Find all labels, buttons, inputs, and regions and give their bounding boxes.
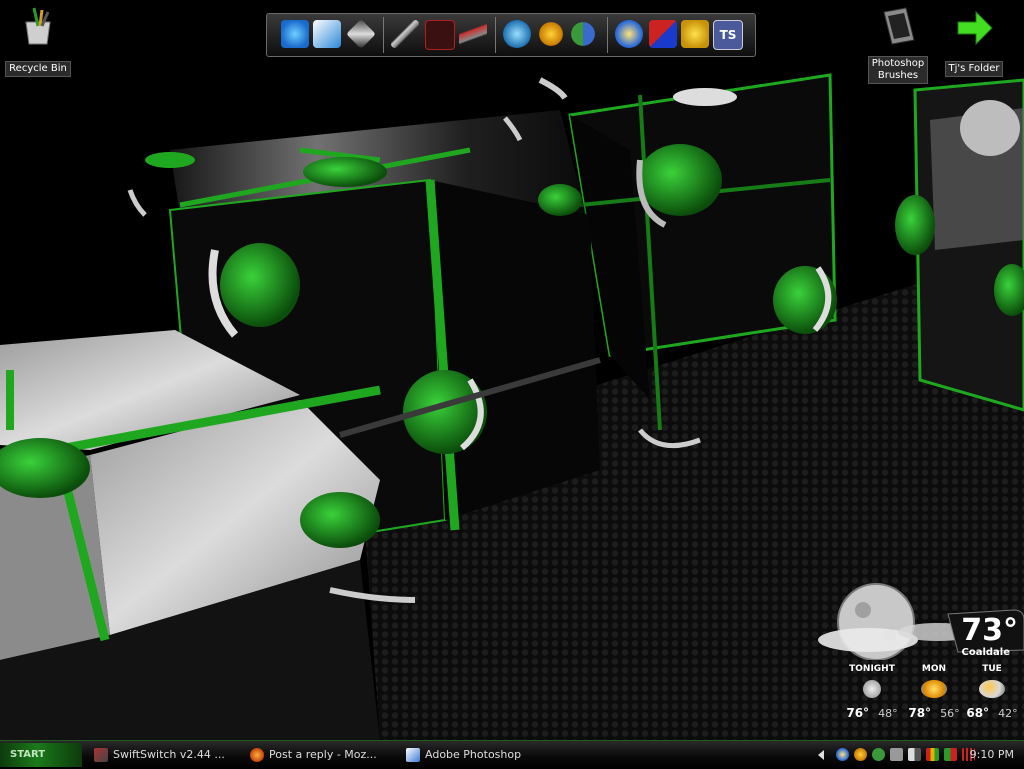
forecast-high: 68° xyxy=(966,706,990,720)
desktop-icon-tjs-folder[interactable]: Tj's Folder xyxy=(936,4,1012,77)
desktop-icon-label: Recycle Bin xyxy=(5,61,71,77)
messenger-icon[interactable] xyxy=(571,22,595,46)
taskbar-item-swiftswitch[interactable]: SwiftSwitch v2.44 ... xyxy=(94,744,234,766)
forecast-low: 42° xyxy=(998,707,1018,720)
aim-icon[interactable] xyxy=(539,22,563,46)
internet-explorer-icon[interactable] xyxy=(281,20,309,48)
cross-x-icon[interactable] xyxy=(425,20,455,50)
tray-aim-icon[interactable] xyxy=(854,748,867,761)
green-arrow-folder-icon xyxy=(957,10,993,46)
taskbar: START SwiftSwitch v2.44 ... Post a reply… xyxy=(0,740,1024,769)
tray-grid-icon[interactable] xyxy=(926,748,939,761)
label-line-2: Brushes xyxy=(877,70,919,81)
tray-monitor-icon[interactable] xyxy=(890,748,903,761)
forecast-low: 56° xyxy=(940,707,960,720)
teamspeak-icon[interactable]: TS xyxy=(713,20,743,50)
keys-icon[interactable] xyxy=(681,20,709,48)
forecast-tue: TUE 68° 42° xyxy=(958,664,1024,721)
current-temperature: 73° xyxy=(961,613,1018,648)
moon-icon xyxy=(863,680,881,698)
document-icon xyxy=(883,7,915,45)
forecast-tonight: TONIGHT 76° 48° xyxy=(838,664,906,721)
dock-separator xyxy=(607,17,608,53)
recycle-bin-icon xyxy=(25,7,51,45)
tray-messenger-icon[interactable] xyxy=(872,748,885,761)
rocket-dock: TS xyxy=(266,13,756,57)
desktop-icon-label: Tj's Folder xyxy=(944,61,1004,77)
weather-city: Coaldale xyxy=(961,647,1010,658)
task-label: Adobe Photoshop xyxy=(425,748,522,761)
tray-arrow-icon[interactable] xyxy=(818,750,824,760)
start-button[interactable]: START xyxy=(0,743,82,767)
rocket-dock-icon[interactable] xyxy=(346,19,376,49)
weather-widget[interactable]: 73° Coaldale TONIGHT 76° 48° MON 78° 56°… xyxy=(808,580,1024,730)
dock-separator xyxy=(383,17,384,53)
forecast-low: 48° xyxy=(878,707,898,720)
link-rings-icon[interactable] xyxy=(503,20,531,48)
forecast-day: TUE xyxy=(982,664,1002,674)
sun-icon xyxy=(921,680,947,698)
system-clock[interactable]: 9:10 PM xyxy=(970,744,1014,766)
tray-avant-icon[interactable] xyxy=(836,748,849,761)
task-label: SwiftSwitch v2.44 ... xyxy=(113,748,225,761)
jet-icon[interactable] xyxy=(459,20,487,48)
swiftswitch-icon xyxy=(94,748,108,762)
desktop-icon-label: Photoshop Brushes xyxy=(867,56,929,84)
avant-browser-icon[interactable] xyxy=(615,20,643,48)
media-monkey-icon[interactable] xyxy=(649,20,677,48)
forecast-high: 76° xyxy=(846,706,870,720)
sword-icon[interactable] xyxy=(391,20,419,48)
taskbar-item-photoshop[interactable]: Adobe Photoshop xyxy=(406,744,546,766)
dock-separator xyxy=(495,17,496,53)
system-tray: 9:10 PM xyxy=(816,744,1024,766)
tray-volume-icon[interactable] xyxy=(908,748,921,761)
label-line-1: Photoshop xyxy=(871,58,925,69)
task-label: Post a reply - Moz... xyxy=(269,748,377,761)
tray-flag-icon[interactable] xyxy=(944,748,957,761)
taskbar-item-firefox[interactable]: Post a reply - Moz... xyxy=(250,744,390,766)
photoshop-icon xyxy=(406,748,420,762)
firefox-icon xyxy=(250,748,264,762)
partly-cloudy-icon xyxy=(979,680,1005,698)
desktop-icon-photoshop-brushes[interactable]: Photoshop Brushes xyxy=(860,4,936,84)
feather-app-icon[interactable] xyxy=(313,20,341,48)
forecast-day: TONIGHT xyxy=(849,664,895,674)
desktop-icon-recycle-bin[interactable]: Recycle Bin xyxy=(0,4,76,77)
forecast-high: 78° xyxy=(908,706,932,720)
